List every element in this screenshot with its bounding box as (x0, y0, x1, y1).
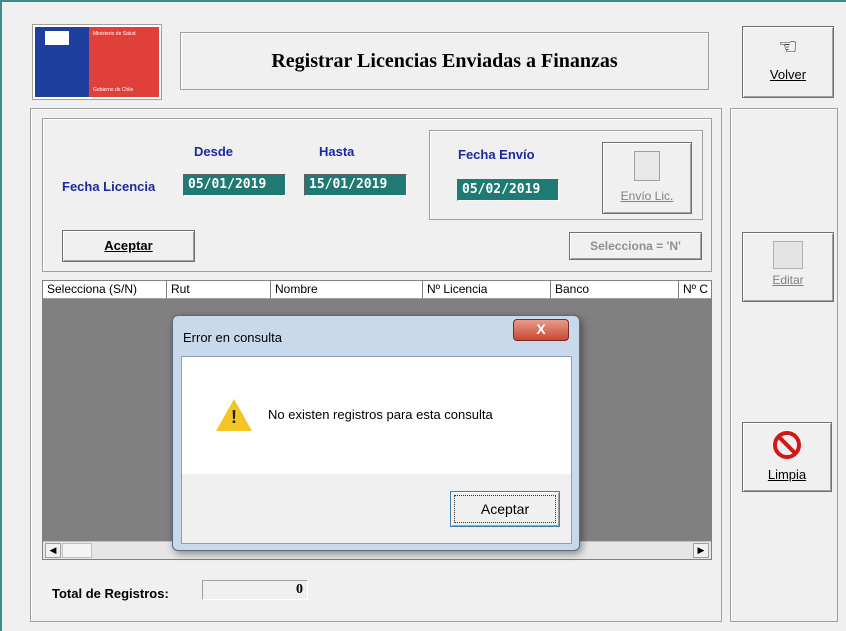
column-header[interactable]: Selecciona (S/N) (43, 281, 167, 298)
logo-text-top: Ministerio de Salud (93, 31, 136, 37)
side-panel (730, 108, 838, 622)
fecha-envio-label: Fecha Envío (458, 147, 535, 162)
hasta-date-field[interactable]: 15/01/2019 (304, 174, 407, 196)
desde-label: Desde (194, 144, 234, 159)
scroll-right-arrow-icon[interactable]: ▶ (693, 543, 709, 558)
envio-lic-label: Envío Lic. (620, 189, 674, 203)
dialog-ok-label: Aceptar (454, 495, 556, 523)
column-header[interactable]: Nombre (271, 281, 423, 298)
main-window: Ministerio de Salud Gobierno de Chile Re… (0, 0, 846, 631)
pointing-hand-icon: ☜ (778, 34, 798, 59)
total-label: Total de Registros: (52, 586, 169, 601)
desde-date-field[interactable]: 05/01/2019 (183, 174, 286, 196)
editar-label: Editar (772, 273, 804, 287)
volver-button[interactable]: ☜ Volver (742, 26, 834, 98)
document-scan-icon (634, 151, 660, 181)
scroll-left-arrow-icon[interactable]: ◀ (45, 543, 61, 558)
dialog-ok-button[interactable]: Aceptar (450, 491, 560, 527)
logo-emblem-icon (45, 31, 69, 45)
edit-document-icon (773, 241, 803, 269)
total-value: 0 (296, 582, 303, 597)
no-entry-icon (773, 431, 801, 459)
volver-label: Volver (769, 67, 807, 82)
limpia-label: Limpia (767, 467, 807, 482)
selecciona-n-label: Selecciona = 'N' (590, 239, 681, 253)
dialog-message-area: ! No existen registros para esta consult… (182, 357, 571, 474)
editar-button[interactable]: Editar (742, 232, 834, 302)
dialog-body: ! No existen registros para esta consult… (181, 356, 572, 544)
envio-lic-button[interactable]: Envío Lic. (602, 142, 692, 214)
logo-text-bottom: Gobierno de Chile (93, 87, 134, 93)
dialog-title: Error en consulta (183, 330, 282, 345)
column-header[interactable]: Nº C (679, 281, 711, 298)
fecha-envio-field[interactable]: 05/02/2019 (457, 179, 559, 201)
dialog-message: No existen registros para esta consulta (268, 407, 493, 422)
hasta-label: Hasta (319, 144, 355, 159)
column-header[interactable]: Nº Licencia (423, 281, 551, 298)
page-title: Registrar Licencias Enviadas a Finanzas (271, 50, 618, 72)
scroll-thumb[interactable] (62, 543, 92, 558)
selecciona-n-button[interactable]: Selecciona = 'N' (569, 232, 702, 260)
aceptar-button[interactable]: Aceptar (62, 230, 195, 262)
title-panel: Registrar Licencias Enviadas a Finanzas (180, 32, 709, 90)
fecha-licencia-label: Fecha Licencia (62, 179, 156, 194)
column-header[interactable]: Rut (167, 281, 271, 298)
grid-header: Selecciona (S/N) Rut Nombre Nº Licencia … (43, 281, 711, 299)
aceptar-label: Aceptar (104, 238, 153, 253)
error-dialog: Error en consulta X ! No existen registr… (172, 315, 580, 551)
warning-icon: ! (216, 399, 252, 431)
close-icon[interactable]: X (513, 319, 569, 341)
ministry-logo: Ministerio de Salud Gobierno de Chile (32, 24, 162, 100)
limpia-button[interactable]: Limpia (742, 422, 832, 492)
column-header[interactable]: Banco (551, 281, 679, 298)
total-value-field: 0 (202, 580, 308, 600)
